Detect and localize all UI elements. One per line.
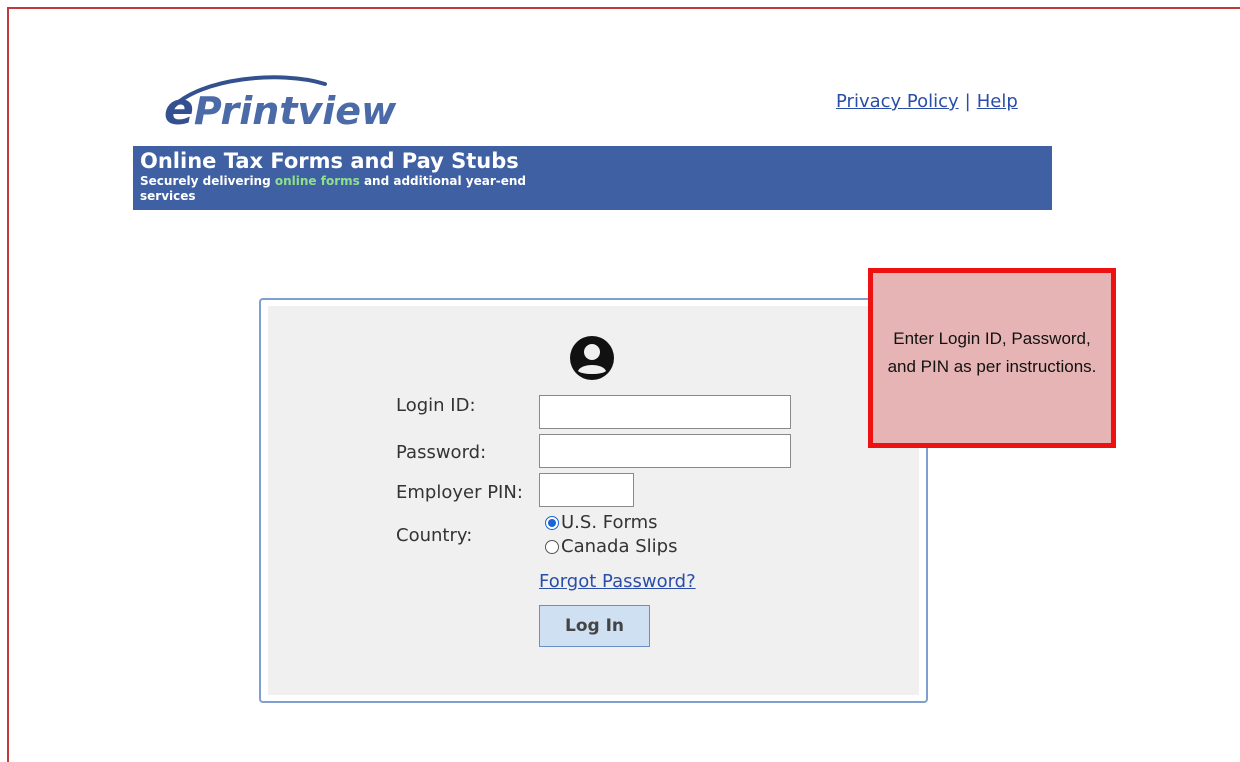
- header-link-separator: |: [964, 91, 971, 112]
- user-circle-icon: [570, 336, 614, 380]
- country-option-us-label: U.S. Forms: [561, 512, 658, 533]
- password-input[interactable]: [539, 434, 791, 468]
- login-id-input[interactable]: [539, 395, 791, 429]
- header-links: Privacy Policy | Help: [836, 91, 1018, 112]
- forgot-password-link[interactable]: Forgot Password?: [539, 571, 696, 592]
- password-label: Password:: [396, 442, 487, 463]
- country-option-canada-label: Canada Slips: [561, 536, 678, 557]
- privacy-policy-link[interactable]: Privacy Policy: [836, 91, 959, 112]
- radio-canada-slips[interactable]: [545, 539, 559, 554]
- logo-wordmark: ePrintview: [164, 84, 396, 135]
- country-option-us[interactable]: U.S. Forms: [545, 512, 658, 533]
- employer-pin-input[interactable]: [539, 473, 634, 507]
- radio-us-forms[interactable]: [545, 515, 559, 530]
- header-banner: Online Tax Forms and Pay Stubs Securely …: [133, 146, 1052, 210]
- country-label: Country:: [396, 525, 473, 546]
- eprintview-logo[interactable]: ePrintview: [160, 74, 430, 135]
- banner-subtitle: Securely delivering online forms and add…: [140, 174, 580, 204]
- country-option-canada[interactable]: Canada Slips: [545, 536, 677, 557]
- logo-text: Printview: [193, 89, 397, 133]
- login-id-label: Login ID:: [396, 395, 476, 416]
- logo-e-letter: e: [164, 84, 194, 135]
- instruction-callout: Enter Login ID, Password, and PIN as per…: [868, 268, 1116, 448]
- callout-text: Enter Login ID, Password, and PIN as per…: [887, 329, 1097, 376]
- banner-title: Online Tax Forms and Pay Stubs: [140, 149, 519, 173]
- login-button[interactable]: Log In: [539, 605, 650, 647]
- banner-subtitle-start: Securely delivering: [140, 174, 275, 188]
- help-link[interactable]: Help: [977, 91, 1018, 112]
- banner-subtitle-highlight: online forms: [274, 174, 360, 188]
- employer-pin-label: Employer PIN:: [396, 482, 523, 503]
